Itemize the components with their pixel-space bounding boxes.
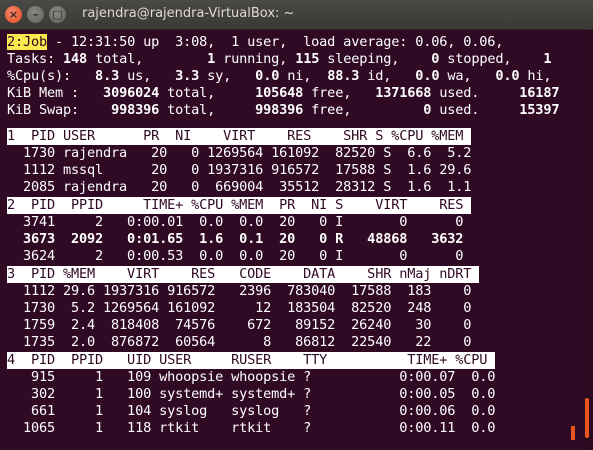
cpu-hi: 0.0 bbox=[471, 68, 520, 84]
tasks-total: 148 bbox=[55, 51, 88, 67]
process-row: 3673 2092 0:01.65 1.6 0.1 20 0 R 48868 3… bbox=[7, 231, 464, 247]
process-row: 1735 2.0 876872 60564 8 86812 22540 22 0 bbox=[7, 334, 472, 350]
swap-total: 998396 bbox=[79, 102, 160, 118]
tasks-running: 1 bbox=[143, 51, 216, 67]
process-row: 3624 2 0:00.53 0.0 0.0 20 0 I 0 0 bbox=[7, 248, 464, 264]
process-row: 3741 2 0:00.01 0.0 0.0 20 0 I 0 0 bbox=[7, 214, 464, 230]
process-row: 302 1 100 systemd+ systemd+ ? 0:00.05 0.… bbox=[7, 386, 496, 402]
terminal-scrollbar[interactable] bbox=[583, 30, 593, 450]
process-row: 2085 rajendra 20 0 669004 35512 28312 S … bbox=[7, 179, 472, 195]
process-row: 1730 5.2 1269564 161092 12 183504 82520 … bbox=[7, 300, 472, 316]
swap-avail: 15397 bbox=[479, 102, 560, 118]
minimize-button[interactable]: – bbox=[27, 6, 44, 23]
terminal-cursor bbox=[571, 426, 575, 440]
summary-line-tasks: Tasks: 148 total, 1 running, 115 sleepin… bbox=[7, 51, 552, 67]
cpu-id: 88.3 bbox=[311, 68, 360, 84]
process-row: 915 1 109 whoopsie whoopsie ? 0:00.07 0.… bbox=[7, 369, 496, 385]
summary-line-cpu: %Cpu(s): 8.3 us, 3.3 sy, 0.0 ni, 88.3 id… bbox=[7, 68, 552, 84]
mem-used: 1371668 bbox=[351, 85, 432, 101]
process-row: 1065 1 118 rtkit rtkit ? 0:00.11 0.0 bbox=[7, 420, 496, 436]
process-row: 661 1 104 syslog syslog ? 0:00.06 0.0 bbox=[7, 403, 496, 419]
process-row: 1759 2.4 818408 74576 672 89152 26240 30… bbox=[7, 317, 472, 333]
summary-line-mem: KiB Mem : 3096024 total, 105648 free, 13… bbox=[7, 85, 560, 101]
cpu-wa: 0.0 bbox=[391, 68, 440, 84]
window-title: rajendra@rajendra-VirtualBox: ~ bbox=[82, 6, 295, 21]
cpu-us: 8.3 bbox=[71, 68, 120, 84]
task-window-4-header: 4 PID PPID UID USER RUSER TTY TIME+ %CPU bbox=[7, 352, 496, 369]
task-window-3-header: 3 PID %MEM VIRT RES CODE DATA SHR nMaj n… bbox=[7, 266, 480, 283]
mem-buff: 16187 bbox=[479, 85, 560, 101]
swap-used: 0 bbox=[351, 102, 432, 118]
tasks-zombie: 1 bbox=[511, 51, 552, 67]
scrollbar-thumb[interactable] bbox=[585, 398, 589, 438]
terminal-area[interactable]: 2:Job - 12:31:50 up 3:08, 1 user, load a… bbox=[0, 30, 583, 450]
process-row: 1730 rajendra 20 0 1269564 161092 82520 … bbox=[7, 145, 472, 161]
cpu-sy: 3.3 bbox=[151, 68, 200, 84]
cpu-ni: 0.0 bbox=[231, 68, 280, 84]
window-titlebar[interactable]: × – □ rajendra@rajendra-VirtualBox: ~ bbox=[0, 0, 593, 30]
swap-free: 998396 bbox=[215, 102, 304, 118]
tasks-stopped: 0 bbox=[399, 51, 440, 67]
summary-line-swap: KiB Swap: 998396 total, 998396 free, 0 u… bbox=[7, 102, 560, 118]
uptime-load: - 12:31:50 up 3:08, 1 user, load average… bbox=[47, 34, 504, 50]
process-row: 1112 mssql 20 0 1937316 916572 17588 S 1… bbox=[7, 162, 472, 178]
job-window-label: 2:Job bbox=[7, 34, 48, 50]
mem-free: 105648 bbox=[215, 85, 304, 101]
close-button[interactable]: × bbox=[5, 6, 22, 23]
summary-line-uptime: 2:Job - 12:31:50 up 3:08, 1 user, load a… bbox=[7, 34, 503, 51]
process-row: 1112 29.6 1937316 916572 2396 783040 175… bbox=[7, 283, 472, 299]
mem-total: 3096024 bbox=[79, 85, 160, 101]
maximize-button[interactable]: □ bbox=[49, 6, 66, 23]
task-window-2-header: 2 PID PPID TIME+ %CPU %MEM PR NI S VIRT … bbox=[7, 197, 472, 214]
tasks-sleeping: 115 bbox=[287, 51, 320, 67]
task-window-1-header: 1 PID USER PR NI VIRT RES SHR S %CPU %ME… bbox=[7, 128, 472, 145]
